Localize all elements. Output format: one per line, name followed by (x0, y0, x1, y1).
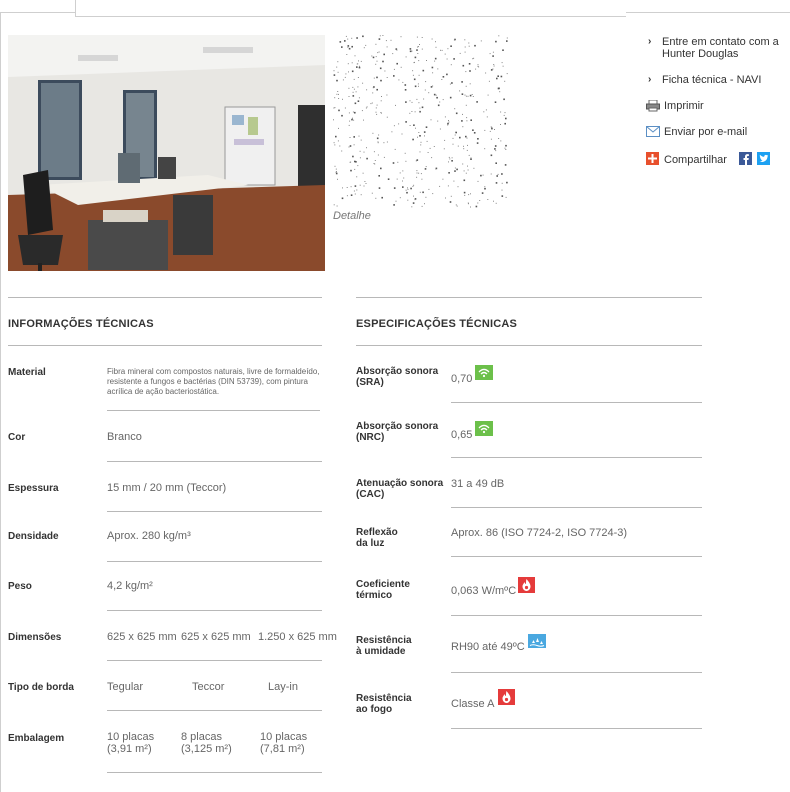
tech-info-title: INFORMAÇÕES TÉCNICAS (8, 318, 154, 330)
datasheet-link[interactable]: › Ficha técnica - NAVI (646, 74, 790, 86)
email-link-label: Enviar por e-mail (664, 126, 748, 138)
tech-specs-title-rule (356, 345, 702, 346)
sra-label: Absorção sonora (SRA) (356, 366, 439, 388)
edge-type-label: Tipo de borda (8, 682, 74, 693)
packaging-value-1: 10 placas (3,91 m²) (107, 731, 155, 755)
packaging-label: Embalagem (8, 733, 65, 744)
weight-label: Peso (8, 581, 32, 592)
facebook-icon[interactable] (739, 152, 753, 168)
fire-resistance-label: Resistência ao fogo (356, 693, 412, 715)
print-link[interactable]: Imprimir (646, 99, 790, 112)
humidity-resistance-value: RH90 até 49ºC (451, 641, 525, 653)
density-rule (107, 561, 322, 562)
humidity-resistance-rule (451, 672, 702, 673)
contact-link[interactable]: › Entre em contato com a Hunter Douglas (646, 36, 790, 60)
sra-rule (451, 402, 702, 403)
contact-link-label: Entre em contato com a Hunter Douglas (662, 36, 779, 60)
edge-type-value-1: Tegular (107, 681, 144, 693)
weight-rule (107, 610, 322, 611)
sra-value: 0,70 (451, 373, 473, 385)
thickness-value: 15 mm / 20 mm (Teccor) (107, 482, 227, 494)
thickness-label: Espessura (8, 483, 59, 494)
envelope-icon (646, 126, 660, 138)
dimensions-value-3: 1.250 x 625 mm (258, 631, 337, 643)
twitter-icon[interactable] (757, 152, 771, 168)
nrc-value: 0,65 (451, 429, 473, 441)
light-reflection-value: Aprox. 86 (ISO 7724-2, ISO 7724-3) (451, 527, 628, 539)
packaging-value-3: 10 placas (7,81 m²) (260, 731, 308, 755)
dimensions-rule (107, 660, 322, 661)
product-photo[interactable] (8, 35, 325, 271)
cac-rule (451, 507, 702, 508)
tech-info-top-rule (8, 297, 322, 298)
dimensions-value-1: 625 x 625 mm (107, 631, 177, 643)
density-label: Densidade (8, 531, 59, 542)
cac-value: 31 a 49 dB (451, 478, 505, 490)
material-value: Fibra mineral com compostos naturais, li… (107, 367, 320, 396)
email-link[interactable]: Enviar por e-mail (646, 126, 790, 138)
datasheet-link-label: Ficha técnica - NAVI (662, 74, 762, 86)
humidity-icon (528, 634, 546, 649)
material-rule (107, 410, 320, 411)
nrc-rule (451, 457, 702, 458)
printer-icon (646, 99, 660, 112)
packaging-rule (107, 772, 322, 773)
fire-resistance-value: Classe A (451, 698, 495, 710)
density-value: Aprox. 280 kg/m³ (107, 530, 191, 542)
sidebar-links: › Entre em contato com a Hunter Douglas … (646, 36, 790, 178)
nrc-label: Absorção sonora (NRC) (356, 421, 439, 443)
chevron-right-icon: › (648, 36, 652, 47)
weight-value: 4,2 kg/m² (107, 580, 153, 592)
color-value: Branco (107, 431, 142, 443)
sound-wave-icon (475, 365, 493, 380)
packaging-value-2: 8 placas (3,125 m²) (181, 731, 232, 755)
edge-type-rule (107, 710, 322, 711)
texture-detail-image[interactable] (333, 35, 509, 210)
thermal-coefficient-rule (451, 615, 702, 616)
share-link-label: Compartilhar (664, 153, 727, 166)
tech-info-title-rule (8, 345, 322, 346)
tech-specs-title: ESPECIFICAÇÕES TÉCNICAS (356, 318, 518, 330)
thermal-coefficient-label: Coeficiente térmico (356, 579, 410, 601)
print-link-label: Imprimir (664, 100, 704, 112)
flame-icon (498, 689, 516, 705)
material-label: Material (8, 367, 46, 378)
flame-icon (518, 577, 536, 593)
plus-share-icon (646, 152, 660, 165)
chevron-right-icon: › (648, 74, 652, 85)
thermal-coefficient-value: 0,063 W/mºC (451, 585, 517, 597)
tab-strip (75, 0, 626, 17)
detail-caption: Detalhe (333, 210, 371, 222)
color-label: Cor (8, 432, 26, 443)
humidity-resistance-label: Resistência à umidade (356, 635, 412, 657)
edge-type-value-3: Lay-in (268, 681, 298, 693)
tech-specs-top-rule (356, 297, 702, 298)
color-rule (107, 461, 322, 462)
share-link[interactable]: Compartilhar (646, 152, 790, 168)
light-reflection-rule (451, 556, 702, 557)
light-reflection-label: Reflexão da luz (356, 527, 398, 549)
thickness-rule (107, 511, 322, 512)
page-left-border (0, 12, 1, 792)
edge-type-value-2: Teccor (192, 681, 225, 693)
fire-resistance-rule (451, 728, 702, 729)
cac-label: Atenuação sonora (CAC) (356, 478, 444, 500)
dimensions-label: Dimensões (8, 632, 62, 643)
sound-wave-icon (475, 421, 493, 436)
dimensions-value-2: 625 x 625 mm (181, 631, 251, 643)
